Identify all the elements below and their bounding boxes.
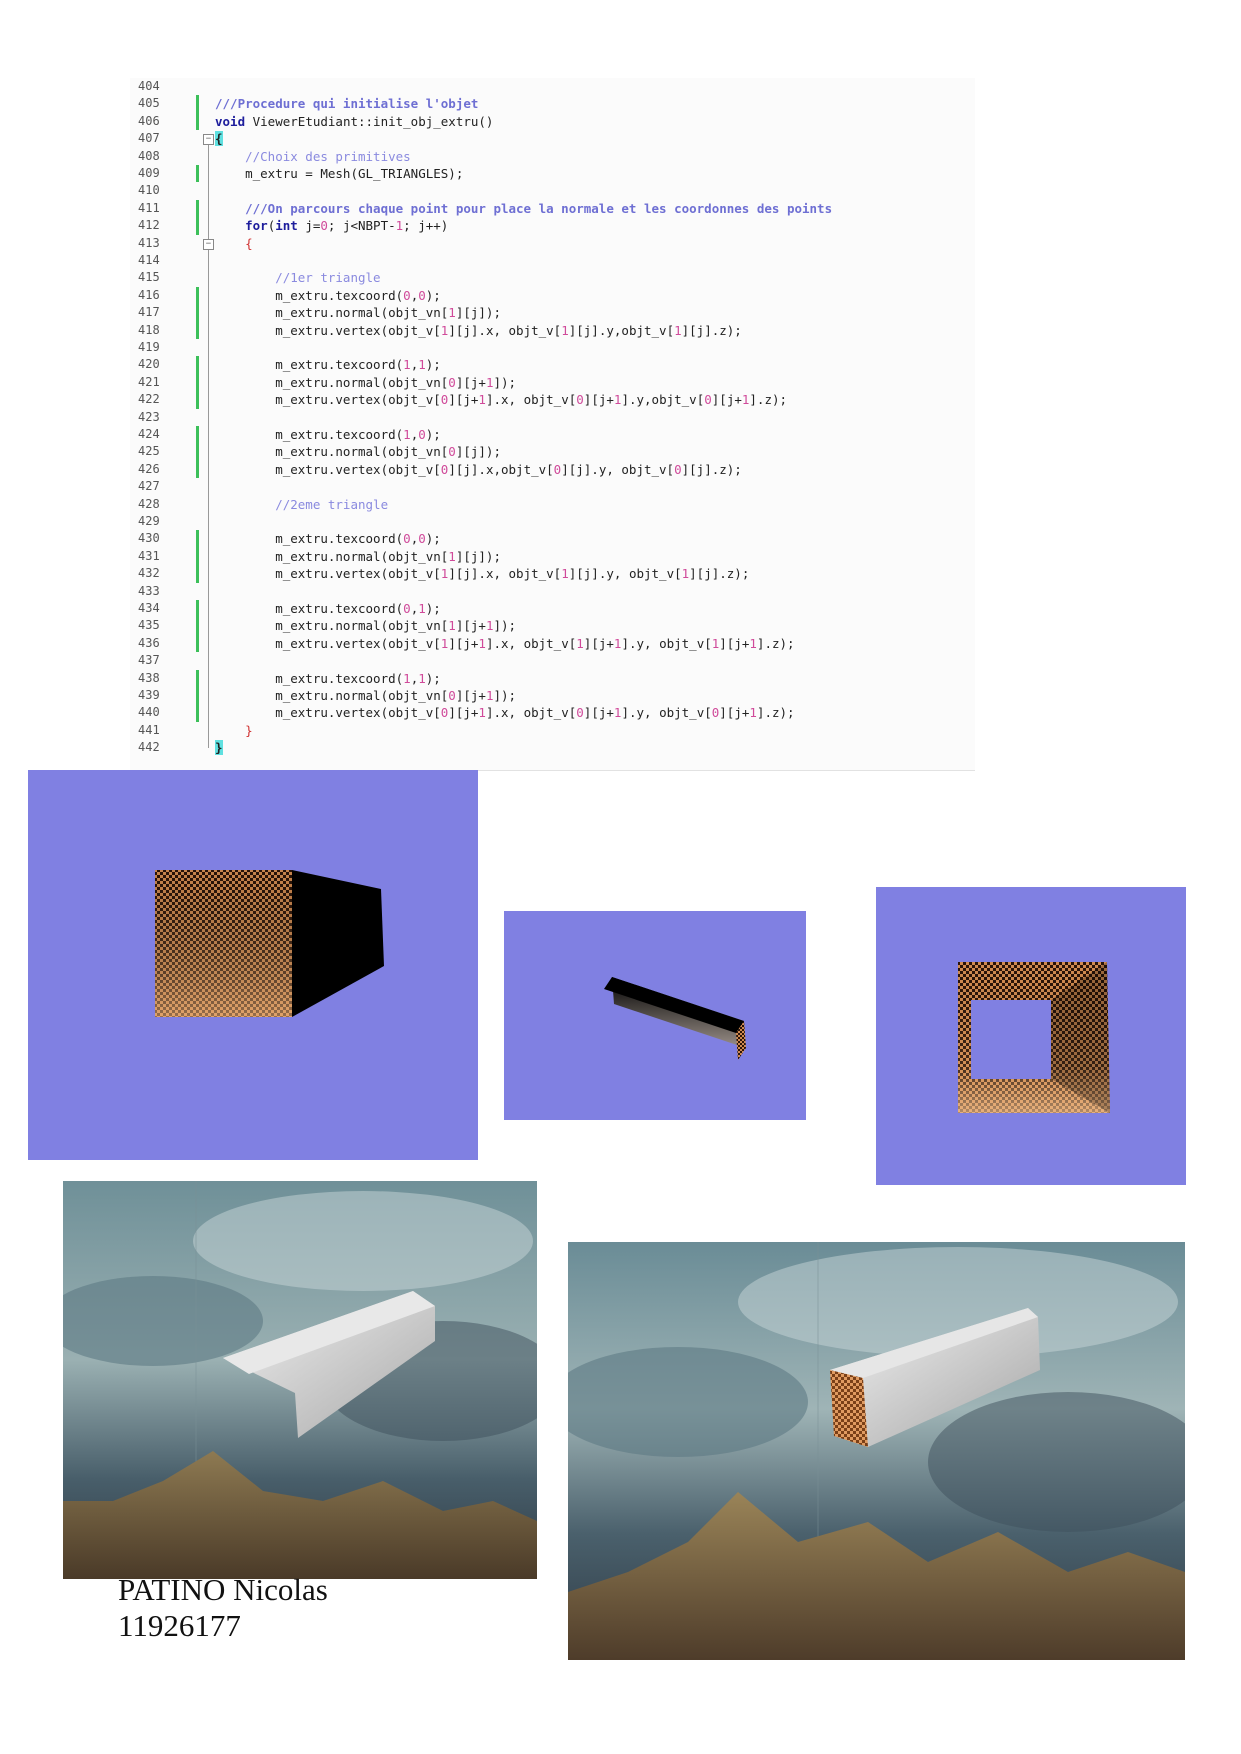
code-line: } bbox=[245, 722, 253, 738]
code-line: ///Procedure qui initialise l'objet bbox=[215, 96, 479, 112]
extruded-cube-figure bbox=[155, 870, 384, 1017]
square-frame-figure bbox=[958, 962, 1110, 1113]
render-square-frame bbox=[876, 887, 1186, 1185]
change-marker bbox=[196, 356, 199, 409]
sky-terrain-scene-1 bbox=[63, 1181, 537, 1579]
line-number: 421 bbox=[138, 374, 160, 389]
code-line: { bbox=[215, 131, 223, 147]
code-line: m_extru.vertex(objt_v[1][j].x, objt_v[1]… bbox=[215, 322, 742, 338]
line-number: 409 bbox=[138, 166, 160, 180]
code-line: m_extru.vertex(objt_v[1][j].x, objt_v[1]… bbox=[215, 566, 750, 582]
line-number: 429 bbox=[138, 514, 160, 528]
line-number: 436 bbox=[138, 635, 160, 650]
line-number: 424 bbox=[138, 427, 160, 441]
checker-end-face bbox=[830, 1370, 868, 1447]
dark-side-face bbox=[292, 870, 384, 1017]
code-line: m_extru.vertex(objt_v[0][j+1].x, objt_v[… bbox=[215, 392, 788, 408]
line-number: 417 bbox=[138, 305, 160, 320]
code-line: m_extru.texcoord(0,0); bbox=[215, 287, 441, 303]
code-line: void ViewerEtudiant::init_obj_extru() bbox=[215, 113, 494, 129]
line-number: 412 bbox=[138, 218, 160, 233]
line-number: 415 bbox=[138, 270, 160, 285]
change-marker bbox=[196, 199, 199, 235]
change-marker bbox=[196, 95, 199, 131]
line-number: 433 bbox=[138, 583, 160, 598]
line-number: 410 bbox=[138, 183, 160, 198]
line-number: 425 bbox=[138, 444, 160, 459]
code-line: //Choix des primitives bbox=[215, 148, 411, 164]
scene-terrain-left bbox=[63, 1181, 537, 1579]
code-line: m_extru.normal(objt_vn[1][j+1]); bbox=[215, 618, 517, 634]
student-id: 11926177 bbox=[118, 1608, 241, 1643]
line-number: 408 bbox=[138, 148, 160, 163]
code-line: m_extru = Mesh(GL_TRIANGLES); bbox=[215, 166, 464, 181]
change-marker bbox=[196, 530, 199, 583]
line-number: 439 bbox=[138, 688, 160, 702]
code-line: m_extru.vertex(objt_v[1][j+1].x, objt_v[… bbox=[215, 635, 795, 651]
code-line: m_extru.normal(objt_vn[1][j]); bbox=[215, 548, 501, 564]
code-line: m_extru.texcoord(0,0); bbox=[215, 531, 441, 547]
line-number: 426 bbox=[138, 461, 160, 476]
render-extruded-cube bbox=[28, 770, 478, 1160]
code-line: m_extru.normal(objt_vn[0][j+1]); bbox=[215, 374, 517, 390]
line-number: 438 bbox=[138, 670, 160, 685]
line-number: 442 bbox=[138, 740, 160, 755]
fold-toggle-icon[interactable]: − bbox=[203, 134, 214, 146]
line-number: 420 bbox=[138, 357, 160, 372]
extruded-bar-figure bbox=[604, 977, 746, 1060]
code-line: m_extru.vertex(objt_v[0][j].x,objt_v[0][… bbox=[215, 461, 742, 477]
code-editor-screenshot: 404 405 406 407 408 409 410 411 412 413 414 415 416 4… bbox=[130, 78, 975, 771]
line-number: 428 bbox=[138, 496, 160, 511]
line-number: 440 bbox=[138, 705, 160, 720]
line-number: 431 bbox=[138, 548, 160, 563]
change-marker bbox=[196, 426, 199, 479]
code-line: ///On parcours chaque point pour place l… bbox=[215, 200, 833, 216]
sky-terrain-scene-2 bbox=[568, 1242, 1185, 1660]
line-number: 405 bbox=[138, 96, 160, 111]
line-number: 414 bbox=[138, 253, 160, 267]
author-name: PATINO Nicolas bbox=[118, 1572, 328, 1607]
fold-toggle-icon[interactable]: − bbox=[203, 238, 214, 250]
line-number: 434 bbox=[138, 601, 160, 615]
code-line: m_extru.normal(objt_vn[0][j]); bbox=[215, 444, 501, 460]
change-marker bbox=[196, 600, 199, 653]
line-number: 423 bbox=[138, 409, 160, 424]
line-number: 416 bbox=[138, 287, 160, 302]
code-line: } bbox=[215, 740, 223, 756]
line-number: 418 bbox=[138, 322, 160, 337]
code-line: //1er triangle bbox=[215, 270, 381, 286]
change-marker bbox=[196, 669, 199, 722]
code-line: m_extru.normal(objt_vn[1][j]); bbox=[215, 305, 501, 321]
code-line: for(int j=0; j<NBPT-1; j++) bbox=[245, 218, 449, 234]
line-number: 411 bbox=[138, 200, 160, 215]
line-number: 422 bbox=[138, 392, 160, 407]
line-number: 404 bbox=[138, 79, 160, 93]
line-number: 419 bbox=[138, 340, 160, 354]
render-extruded-bar bbox=[504, 911, 806, 1120]
change-marker bbox=[196, 286, 199, 339]
fold-guide bbox=[208, 249, 209, 731]
code-line: m_extru.texcoord(1,1); bbox=[215, 670, 441, 686]
code-line: m_extru.texcoord(0,1); bbox=[215, 601, 441, 616]
code-line: m_extru.normal(objt_vn[0][j+1]); bbox=[215, 688, 517, 703]
code-line: //2eme triangle bbox=[215, 496, 389, 512]
line-number: 406 bbox=[138, 113, 160, 128]
code-line: m_extru.texcoord(1,0); bbox=[215, 427, 441, 442]
line-number: 413 bbox=[138, 235, 160, 250]
line-number: 432 bbox=[138, 566, 160, 581]
line-number: 441 bbox=[138, 722, 160, 737]
code-line: m_extru.vertex(objt_v[0][j+1].x, objt_v[… bbox=[215, 705, 795, 721]
line-number: 427 bbox=[138, 479, 160, 494]
code-line: { bbox=[245, 235, 253, 251]
line-number: 430 bbox=[138, 531, 160, 546]
line-number: 407 bbox=[138, 131, 160, 146]
line-number: 437 bbox=[138, 653, 160, 668]
scene-terrain-right bbox=[568, 1242, 1185, 1660]
change-marker bbox=[196, 165, 199, 183]
line-number: 435 bbox=[138, 618, 160, 633]
code-line: m_extru.texcoord(1,1); bbox=[215, 357, 441, 373]
